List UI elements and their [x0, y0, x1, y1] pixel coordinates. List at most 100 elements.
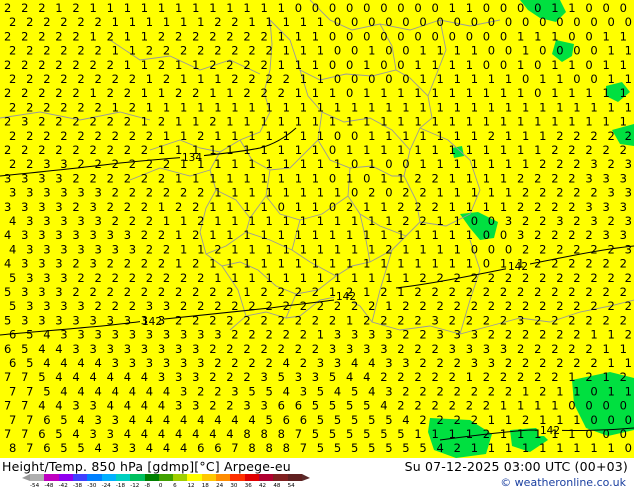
- legend-tick: -54: [30, 483, 40, 489]
- grid-value: 2: [551, 171, 558, 185]
- grid-value: 5: [4, 285, 11, 299]
- grid-value: 0: [385, 157, 392, 171]
- grid-value: 3: [77, 242, 84, 256]
- grid-value: 2: [368, 299, 375, 313]
- grid-value: 2: [107, 200, 114, 214]
- grid-value: 3: [90, 313, 97, 327]
- grid-value: 1: [312, 257, 319, 271]
- legend-swatch: [144, 474, 159, 481]
- grid-value: 2: [402, 299, 409, 313]
- grid-value: 1: [471, 100, 478, 114]
- grid-value: 1: [226, 86, 233, 100]
- grid-value: 3: [43, 186, 50, 200]
- grid-value: 1: [278, 171, 285, 185]
- grid-value: 1: [334, 214, 341, 228]
- grid-value: 2: [209, 370, 216, 384]
- grid-value: 2: [95, 15, 102, 29]
- grid-value: 3: [95, 328, 102, 342]
- grid-value: 2: [402, 384, 409, 398]
- grid-value: 0: [351, 157, 358, 171]
- grid-value: 1: [402, 129, 409, 143]
- grid-value: 1: [454, 242, 461, 256]
- grid-value: 2: [573, 157, 580, 171]
- grid-value: 2: [129, 271, 136, 285]
- grid-value: 1: [209, 171, 216, 185]
- grid-value: 2: [437, 413, 444, 427]
- grid-value: 1: [608, 44, 615, 58]
- grid-value: 2: [141, 143, 148, 157]
- grid-value: 1: [517, 86, 524, 100]
- grid-value: 2: [397, 399, 404, 413]
- grid-value: 1: [419, 44, 426, 58]
- grid-value: 3: [95, 186, 102, 200]
- grid-value: 2: [568, 143, 575, 157]
- grid-value: 2: [226, 313, 233, 327]
- grid-value: 3: [141, 342, 148, 356]
- grid-value: 1: [500, 200, 507, 214]
- grid-value: 1: [226, 200, 233, 214]
- grid-value: 1: [432, 257, 439, 271]
- grid-value: 2: [625, 271, 632, 285]
- value-grid: 2 2 2 1 2 1 1 1 1 1 1 1 1 1 1 1 1 0 0 0 0 0 0 0 0 0 1 1 0 0 0 0 1 1 0 0 02 2 2…: [4, 1, 632, 455]
- grid-value: 2: [95, 129, 102, 143]
- grid-value: 1: [437, 214, 444, 228]
- grid-value: 2: [209, 313, 216, 327]
- legend-swatch: [187, 474, 202, 481]
- grid-value: 2: [363, 313, 370, 327]
- grid-value: 1: [432, 143, 439, 157]
- grid-value: 2: [266, 299, 273, 313]
- grid-value: 3: [402, 356, 409, 370]
- grid-value: 1: [603, 29, 610, 43]
- grid-value: 2: [534, 313, 541, 327]
- credit-link[interactable]: © weatheronline.co.uk: [500, 476, 626, 489]
- grid-value: 3: [620, 171, 627, 185]
- grid-value: 1: [483, 143, 490, 157]
- grid-value: 2: [568, 313, 575, 327]
- grid-value: 4: [380, 399, 387, 413]
- grid-value: 3: [43, 299, 50, 313]
- grid-value: 4: [77, 356, 84, 370]
- grid-value: 2: [107, 171, 114, 185]
- grid-value: 1: [346, 313, 353, 327]
- grid-value: 0: [368, 15, 375, 29]
- grid-value: 2: [209, 29, 216, 43]
- grid-value: 2: [278, 342, 285, 356]
- grid-value: 1: [231, 129, 238, 143]
- grid-value: 2: [608, 214, 615, 228]
- grid-value: 2: [300, 356, 307, 370]
- grid-value: 2: [163, 44, 170, 58]
- grid-value: 5: [38, 370, 45, 384]
- grid-value: 2: [419, 299, 426, 313]
- grid-value: 2: [556, 299, 563, 313]
- grid-value: 2: [243, 342, 250, 356]
- grid-value: 2: [539, 356, 546, 370]
- grid-value: 2: [77, 72, 84, 86]
- grid-value: 1: [317, 271, 324, 285]
- grid-value: 2: [231, 328, 238, 342]
- grid-value: 2: [43, 100, 50, 114]
- grid-value: 1: [231, 186, 238, 200]
- grid-value: 1: [414, 115, 421, 129]
- grid-value: 2: [539, 384, 546, 398]
- grid-value: 2: [112, 157, 119, 171]
- grid-value: 1: [346, 257, 353, 271]
- grid-value: 1: [283, 100, 290, 114]
- grid-value: 2: [26, 100, 33, 114]
- grid-value: 2: [112, 72, 119, 86]
- grid-value: 2: [231, 44, 238, 58]
- grid-value: 2: [9, 129, 16, 143]
- grid-value: 4: [437, 441, 444, 455]
- grid-value: 1: [266, 100, 273, 114]
- grid-value: 2: [38, 143, 45, 157]
- grid-value: 0: [590, 384, 597, 398]
- grid-value: 4: [72, 370, 79, 384]
- grid-value: 3: [603, 171, 610, 185]
- grid-value: 0: [585, 1, 592, 15]
- grid-value: 1: [351, 271, 358, 285]
- grid-value: 1: [261, 257, 268, 271]
- grid-value: 3: [180, 328, 187, 342]
- grid-value: 0: [351, 72, 358, 86]
- grid-value: 1: [414, 427, 421, 441]
- grid-value: 2: [146, 242, 153, 256]
- grid-value: 1: [603, 86, 610, 100]
